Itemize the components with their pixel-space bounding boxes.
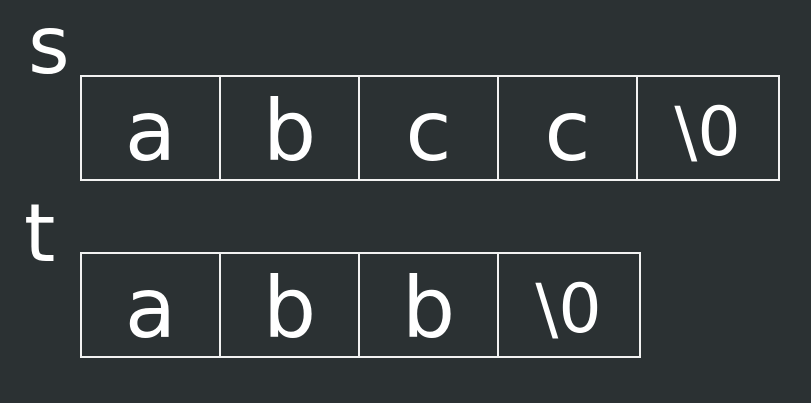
s-cell-1: b [221,77,360,179]
s-cell-2: c [360,77,499,179]
s-cell-3: c [499,77,638,179]
string-t-char-array: a b b \0 [80,252,641,358]
string-s-char-array: a b c c \0 [80,75,780,181]
t-cell-2: b [360,254,499,356]
string-s-label: s [28,0,70,92]
t-cell-0: a [82,254,221,356]
string-t-label: t [24,187,56,280]
t-cell-3-null-terminator: \0 [535,270,602,349]
t-cell-1: b [221,254,360,356]
s-cell-4-null-terminator: \0 [674,93,741,172]
s-cell-0: a [82,77,221,179]
